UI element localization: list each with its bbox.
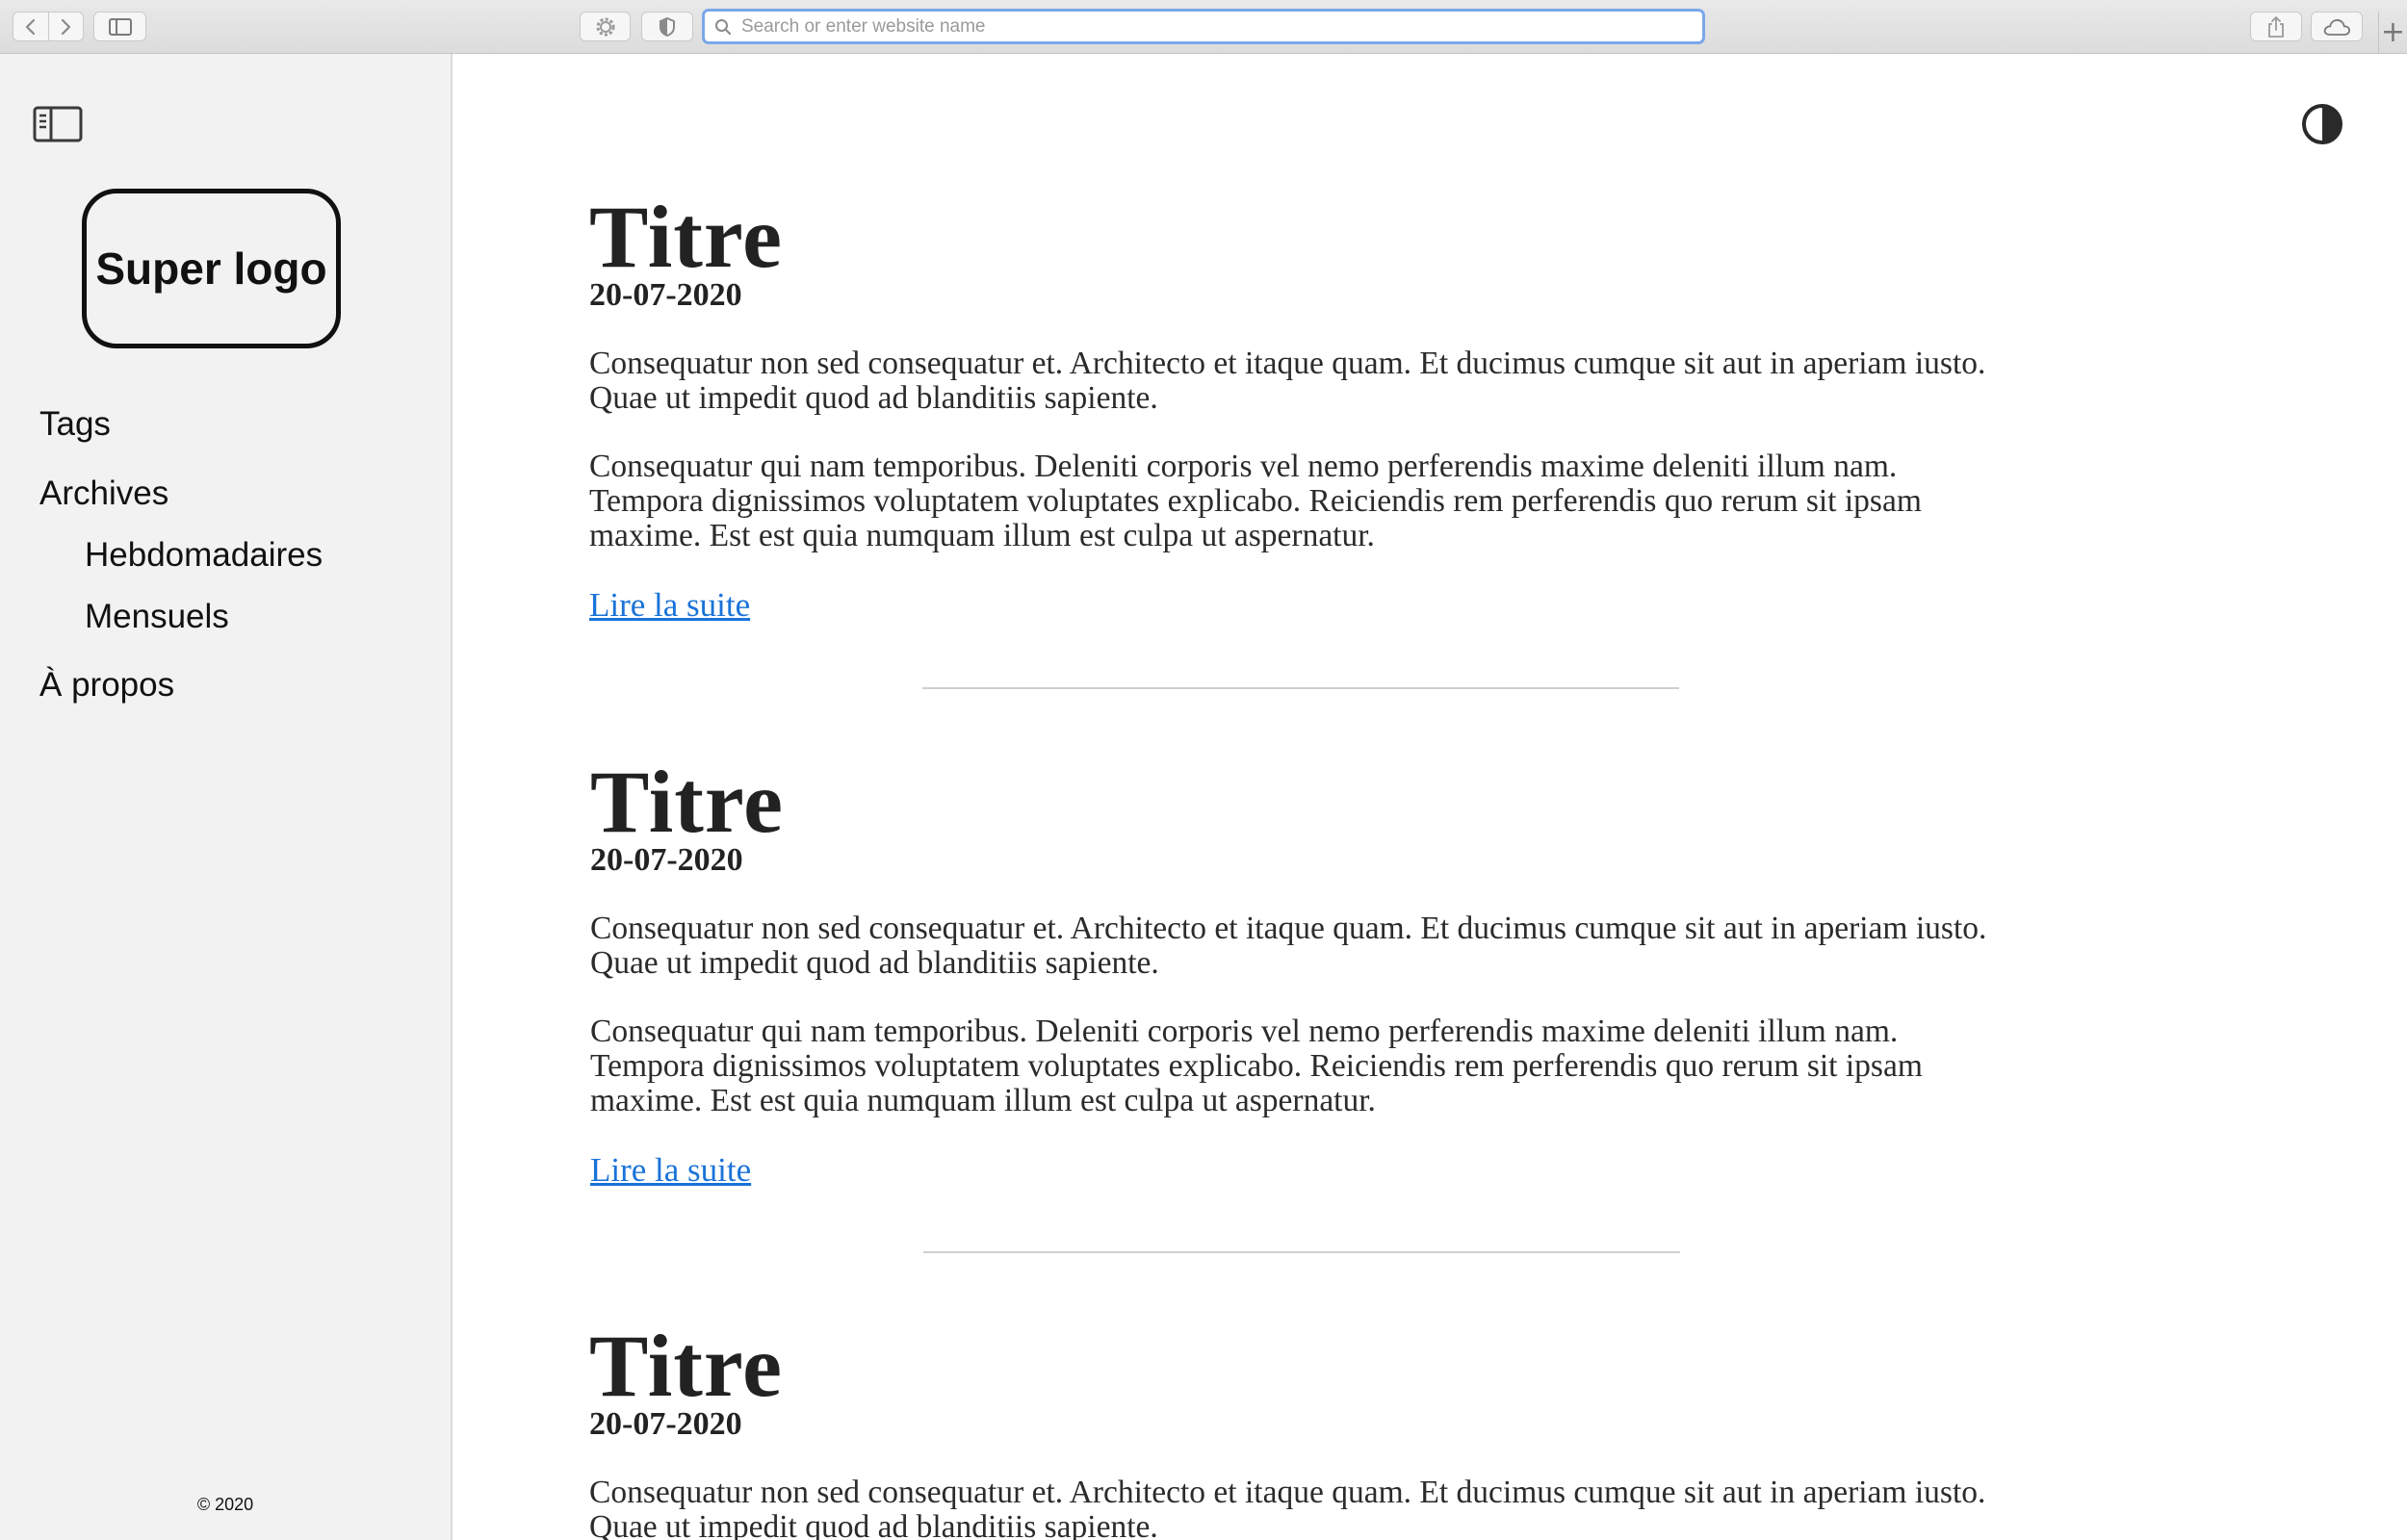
share-icon — [2268, 15, 2284, 38]
article-title[interactable]: Titre — [589, 1322, 2014, 1410]
new-tab-button[interactable]: + — [2378, 12, 2407, 54]
article-excerpt: Consequatur qui nam temporibus. Deleniti… — [589, 449, 1922, 553]
article-divider — [923, 1251, 1680, 1253]
contrast-icon[interactable] — [2300, 102, 2344, 146]
forward-button[interactable] — [47, 13, 84, 40]
sidebar-toggle-icon[interactable] — [33, 106, 83, 142]
nav-monthly-archives-link[interactable]: Mensuels — [85, 598, 229, 636]
article-date: 20-07-2020 — [589, 1406, 742, 1442]
copyright-footer: © 2020 — [196, 1495, 254, 1514]
history-nav — [13, 12, 84, 41]
site-logo[interactable]: Super logo — [82, 189, 341, 348]
article-excerpt: Consequatur qui nam temporibus. Deleniti… — [590, 1014, 1923, 1118]
article-card: Titre 20-07-2020 Consequatur non sed con… — [589, 192, 2014, 624]
browser-toolbar: + — [0, 0, 2407, 54]
gear-icon — [596, 17, 614, 36]
privacy-button[interactable] — [641, 12, 693, 41]
sidebar-icon — [108, 17, 132, 36]
nav-about-link[interactable]: À propos — [39, 666, 174, 705]
settings-button[interactable] — [580, 12, 631, 41]
back-button[interactable] — [13, 13, 48, 40]
sidebar: Super logo Tags Archives Hebdomadaires M… — [0, 54, 453, 1540]
chevron-left-icon — [25, 18, 35, 35]
article-title[interactable]: Titre — [589, 192, 2014, 281]
show-sidebar-button[interactable] — [93, 12, 146, 41]
address-input[interactable] — [739, 14, 1683, 38]
article-card: Titre 20-07-2020 Consequatur non sed con… — [590, 757, 2015, 1189]
article-date: 20-07-2020 — [590, 842, 743, 878]
shield-icon — [660, 16, 675, 37]
article-excerpt: Consequatur non sed consequatur et. Arch… — [590, 911, 1987, 981]
nav-archives-link[interactable]: Archives — [39, 475, 168, 513]
cloud-icon — [2323, 18, 2350, 36]
main-content: Titre 20-07-2020 Consequatur non sed con… — [454, 54, 2407, 1540]
share-button[interactable] — [2250, 12, 2302, 41]
nav-weekly-archives-link[interactable]: Hebdomadaires — [85, 536, 323, 575]
nav-tags-link[interactable]: Tags — [39, 405, 111, 444]
article-divider — [922, 687, 1679, 689]
article-card: Titre 20-07-2020 Consequatur non sed con… — [589, 1322, 2014, 1540]
article-title[interactable]: Titre — [590, 757, 2015, 846]
article-date: 20-07-2020 — [589, 277, 742, 313]
address-bar[interactable] — [702, 9, 1705, 44]
read-more-link[interactable]: Lire la suite — [589, 587, 750, 624]
chevron-right-icon — [62, 18, 71, 35]
article-excerpt: Consequatur non sed consequatur et. Arch… — [589, 1475, 1986, 1540]
read-more-link[interactable]: Lire la suite — [590, 1152, 751, 1189]
icloud-tabs-button[interactable] — [2311, 12, 2363, 41]
article-excerpt: Consequatur non sed consequatur et. Arch… — [589, 346, 1986, 416]
search-icon — [715, 18, 732, 35]
